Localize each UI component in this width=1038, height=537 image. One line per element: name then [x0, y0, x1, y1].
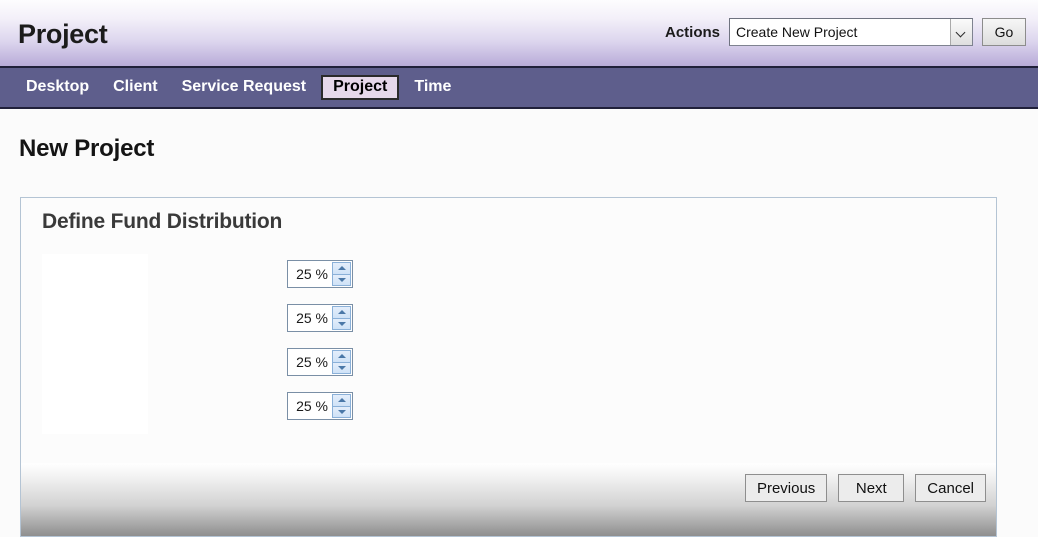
nav-item-project[interactable]: Project: [321, 74, 400, 101]
triangle-down-icon[interactable]: [332, 405, 351, 418]
triangle-up-glyph: [337, 266, 346, 271]
chevron-down-glyph: [957, 28, 966, 37]
quantity-stepper-1-value: 25 %: [296, 266, 328, 282]
nav-item-desktop[interactable]: Desktop: [14, 75, 101, 100]
panel-content: 25 % 25 % 25 % 25 %: [21, 234, 996, 467]
fund-distribution-panel: Define Fund Distribution 25 % 25 % 25 % …: [20, 197, 997, 537]
quantity-stepper-2[interactable]: 25 %: [287, 304, 353, 332]
page-title: New Project: [19, 135, 155, 162]
nav-item-client[interactable]: Client: [101, 75, 169, 100]
quantity-stepper-2-buttons: [332, 306, 351, 330]
triangle-up-icon[interactable]: [332, 262, 351, 274]
quantity-stepper-4[interactable]: 25 %: [287, 392, 353, 420]
actions-label: Actions: [664, 23, 720, 41]
triangle-down-icon[interactable]: [332, 273, 351, 286]
page-body: New Project Define Fund Distribution 25 …: [0, 109, 1038, 537]
nav-item-service-request[interactable]: Service Request: [170, 75, 319, 100]
triangle-down-icon[interactable]: [332, 361, 351, 374]
next-button[interactable]: Next: [838, 474, 905, 502]
panel-footer: Previous Next Cancel: [21, 463, 996, 536]
panel-title: Define Fund Distribution: [42, 210, 283, 233]
triangle-up-glyph: [337, 354, 346, 359]
quantity-stepper-3[interactable]: 25 %: [287, 348, 353, 376]
actions-select-value: Create New Project: [736, 24, 858, 40]
quantity-stepper-3-buttons: [332, 350, 351, 374]
page-header-title: Project: [18, 18, 108, 49]
go-button[interactable]: Go: [982, 18, 1026, 46]
triangle-down-glyph: [337, 277, 346, 282]
quantity-stepper-2-value: 25 %: [296, 310, 328, 326]
fund-percentage-spinners: 25 % 25 % 25 % 25 %: [287, 260, 353, 420]
fund-list-placeholder: [42, 254, 148, 434]
header-actions-group: Actions Create New Project Go: [665, 18, 1026, 46]
app-header: Project Actions Create New Project Go: [0, 0, 1038, 66]
triangle-down-glyph: [337, 409, 346, 414]
triangle-down-glyph: [337, 365, 346, 370]
triangle-up-icon[interactable]: [332, 394, 351, 406]
triangle-down-icon[interactable]: [332, 317, 351, 330]
quantity-stepper-4-buttons: [332, 394, 351, 418]
triangle-up-icon[interactable]: [332, 350, 351, 362]
chevron-down-icon[interactable]: [950, 19, 972, 45]
triangle-up-icon[interactable]: [332, 306, 351, 318]
quantity-stepper-1-buttons: [332, 262, 351, 286]
quantity-stepper-4-value: 25 %: [296, 398, 328, 414]
quantity-stepper-1[interactable]: 25 %: [287, 260, 353, 288]
nav-item-time[interactable]: Time: [402, 75, 463, 100]
actions-select[interactable]: Create New Project: [729, 18, 973, 46]
triangle-up-glyph: [337, 398, 346, 403]
quantity-stepper-3-value: 25 %: [296, 354, 328, 370]
triangle-up-glyph: [337, 310, 346, 315]
triangle-down-glyph: [337, 321, 346, 326]
main-navigation: Desktop Client Service Request Project T…: [0, 66, 1038, 109]
previous-button[interactable]: Previous: [744, 474, 828, 502]
cancel-button[interactable]: Cancel: [915, 474, 986, 502]
